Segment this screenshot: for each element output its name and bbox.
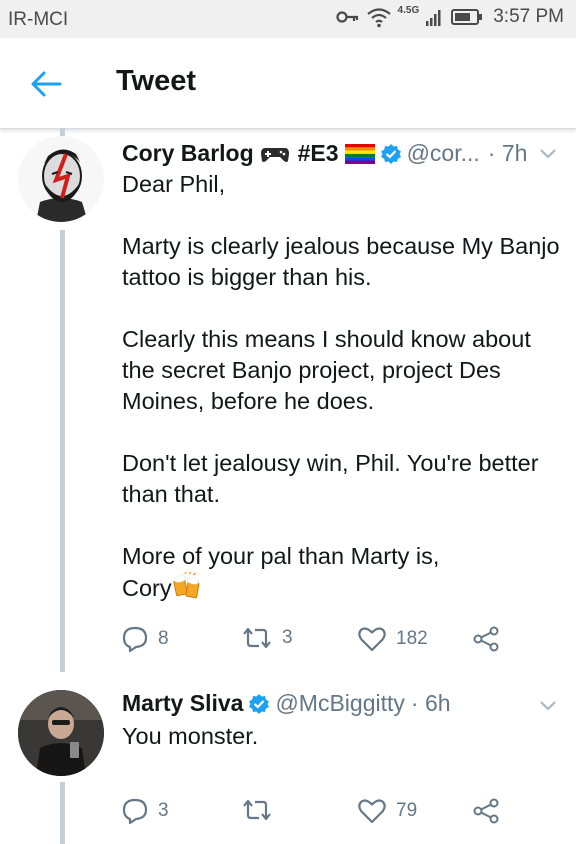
arrow-left-icon[interactable]: [30, 70, 62, 98]
clock: 3:57 PM: [493, 6, 564, 27]
author-name[interactable]: Cory Barlog: [122, 140, 254, 167]
share-button[interactable]: [472, 798, 510, 824]
retweet-count: 3: [282, 627, 293, 648]
reply-count: 3: [158, 800, 169, 821]
avatar-photo-icon: [18, 690, 104, 776]
avatar[interactable]: [18, 690, 104, 776]
like-button[interactable]: 182: [358, 626, 428, 652]
tweet-time: · 6h: [410, 690, 451, 716]
thread-line-middle: [60, 230, 65, 672]
reply-count: 8: [158, 628, 169, 649]
key-icon: [335, 11, 358, 23]
share-icon: [473, 798, 499, 824]
heart-icon: [358, 627, 386, 652]
tweet-signature: Cory: [122, 575, 172, 601]
verified-badge-icon: [249, 693, 270, 714]
share-icon: [473, 626, 499, 652]
like-count: 79: [396, 800, 418, 821]
avatar-portrait-icon: [18, 136, 104, 222]
tweet-paragraph: Marty is clearly jealous because My Banj…: [122, 233, 560, 290]
tweet-time: · 7h: [487, 140, 528, 166]
heart-icon: [358, 799, 386, 824]
tweet-paragraph: Dear Phil,: [122, 171, 226, 197]
share-button[interactable]: [472, 626, 510, 652]
wifi-icon: [366, 8, 391, 28]
tweet-paragraph: More of your pal than Marty is,: [122, 543, 440, 569]
like-button[interactable]: 79: [358, 798, 417, 824]
retweet-icon: [243, 799, 271, 821]
reply-button[interactable]: 8: [122, 626, 169, 652]
reply-button[interactable]: 3: [122, 798, 169, 824]
tweet-header: Cory Barlog #E3 @cor... · 7h: [122, 140, 527, 167]
tweet-signature-line: Cory: [122, 571, 562, 604]
author-handle[interactable]: @McBiggitty: [275, 690, 404, 717]
reply-icon: [122, 798, 148, 824]
signal-icon: [426, 10, 441, 26]
thread-line-bottom: [60, 782, 65, 844]
page-title: Tweet: [116, 65, 197, 97]
chevron-down-icon[interactable]: [540, 701, 556, 711]
tweet-text: You monster.: [122, 723, 259, 749]
author-name-tag: #E3: [297, 140, 339, 166]
verified-badge-icon: [380, 143, 401, 164]
reply-icon: [122, 626, 148, 652]
network-type-label: 4.5G: [397, 4, 420, 16]
avatar[interactable]: [18, 136, 104, 222]
author-name[interactable]: Marty Sliva: [122, 690, 243, 717]
chevron-down-icon[interactable]: [540, 149, 556, 159]
rainbow-flag-icon: [344, 143, 375, 164]
retweet-icon: [243, 627, 271, 649]
tweet-paragraph: Don't let jealousy win, Phil. You're bet…: [122, 450, 539, 507]
like-count: 182: [396, 628, 428, 649]
app-header: Tweet: [0, 38, 576, 129]
tweet-text: Dear Phil, Marty is clearly jealous beca…: [122, 169, 562, 604]
retweet-button[interactable]: [242, 798, 282, 822]
status-icons: 4.5G 3:57 PM: [335, 4, 564, 28]
retweet-button[interactable]: 3: [242, 626, 293, 650]
tweet-paragraph: Clearly this means I should know about t…: [122, 326, 531, 414]
battery-icon: [451, 9, 483, 25]
author-handle[interactable]: @cor...: [407, 140, 480, 167]
carrier-label: IR-MCI: [8, 9, 69, 30]
tweet-header: Marty Sliva @McBiggitty · 6h: [122, 690, 451, 717]
gamepad-icon: [260, 147, 289, 162]
beer-mugs-icon: [173, 571, 200, 599]
status-bar: IR-MCI 4.5G 3:57 PM: [0, 0, 576, 38]
